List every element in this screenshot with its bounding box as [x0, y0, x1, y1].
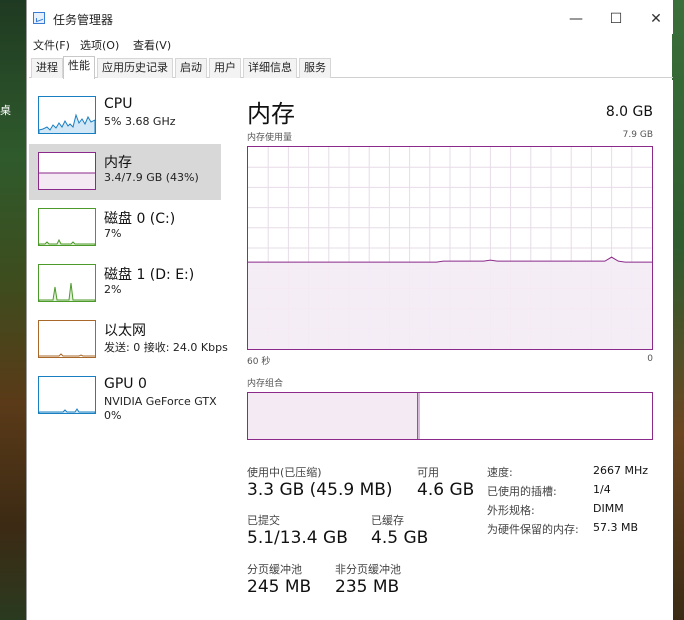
sidebar-item-label: GPU 0: [104, 376, 147, 392]
sidebar-item-detail-2: 0%: [104, 409, 122, 422]
paged-pool-value: 245 MB: [247, 577, 312, 597]
memory-usage-area: [248, 257, 652, 349]
disk-1-thumbnail-graph: [38, 264, 96, 302]
sidebar-item-detail: 发送: 0 接收: 24.0 Kbps: [104, 341, 228, 354]
cached-value: 4.5 GB: [371, 528, 429, 548]
tab-users[interactable]: 用户: [209, 58, 241, 78]
time-axis-start: 60 秒: [247, 357, 271, 367]
memory-thumbnail-graph: [38, 152, 96, 190]
memory-composition-label: 内存组合: [247, 379, 284, 389]
slots-value: 1/4: [593, 483, 611, 496]
sidebar-item-label: 磁盘 1 (D: E:): [104, 267, 195, 283]
menu-options[interactable]: 选项(O): [80, 37, 119, 53]
title-bar[interactable]: 任务管理器 — ☐ ✕: [27, 0, 673, 34]
tab-processes[interactable]: 进程: [31, 58, 63, 78]
sidebar-item-ethernet[interactable]: 以太网 发送: 0 接收: 24.0 Kbps: [29, 312, 228, 368]
disk-0-thumbnail-graph: [38, 208, 96, 246]
composition-modified: [418, 393, 420, 439]
desktop-icon-label[interactable]: 桌: [0, 104, 14, 118]
cpu-thumbnail-graph: [38, 96, 96, 134]
tab-app-history[interactable]: 应用历史记录: [97, 58, 173, 78]
ethernet-thumbnail-graph: [38, 320, 96, 358]
hardware-reserved-label: 为硬件保留的内存:: [487, 523, 579, 536]
sidebar-item-detail: NVIDIA GeForce GTX: [104, 395, 217, 408]
memory-details-panel: 内存 8.0 GB 内存使用量 7.9 GB 60 秒 0 内存组合 使用中(已…: [247, 80, 673, 620]
in-use-value: 3.3 GB (45.9 MB): [247, 480, 393, 500]
task-manager-icon: [33, 12, 45, 24]
sidebar-item-detail: 2%: [104, 283, 122, 296]
nonpaged-pool-label: 非分页缓冲池: [335, 563, 401, 576]
memory-composition-bar[interactable]: [247, 392, 653, 440]
speed-value: 2667 MHz: [593, 464, 649, 477]
sidebar-item-cpu[interactable]: CPU 5% 3.68 GHz: [29, 88, 221, 144]
speed-label: 速度:: [487, 466, 513, 479]
sidebar-item-label: 内存: [104, 155, 132, 171]
available-label: 可用: [417, 466, 439, 479]
menu-file[interactable]: 文件(F): [33, 37, 70, 53]
performance-sidebar: CPU 5% 3.68 GHz 内存 3.4/7.9 GB (43%) 磁盘 0…: [29, 80, 249, 620]
close-button[interactable]: ✕: [633, 6, 679, 32]
sidebar-item-memory[interactable]: 内存 3.4/7.9 GB (43%): [29, 144, 221, 200]
memory-usage-graph: [247, 146, 653, 350]
slots-label: 已使用的插槽:: [487, 485, 557, 498]
committed-value: 5.1/13.4 GB: [247, 528, 348, 548]
tab-startup[interactable]: 启动: [175, 58, 207, 78]
in-use-label: 使用中(已压缩): [247, 466, 322, 479]
nonpaged-pool-value: 235 MB: [335, 577, 400, 597]
gpu-thumbnail-graph: [38, 376, 96, 414]
window-title: 任务管理器: [53, 13, 114, 27]
sidebar-item-detail: 3.4/7.9 GB (43%): [104, 171, 199, 184]
hardware-reserved-value: 57.3 MB: [593, 521, 639, 534]
sidebar-item-gpu-0[interactable]: GPU 0 NVIDIA GeForce GTX 0%: [29, 368, 221, 424]
tab-services[interactable]: 服务: [299, 58, 331, 78]
page-title: 内存: [247, 100, 295, 128]
menu-view[interactable]: 查看(V): [133, 37, 171, 53]
sidebar-item-disk-0[interactable]: 磁盘 0 (C:) 7%: [29, 200, 221, 256]
desktop-background-right: [672, 0, 684, 620]
form-factor-value: DIMM: [593, 502, 624, 515]
composition-in-use: [248, 393, 418, 439]
sidebar-item-label: 以太网: [104, 323, 146, 339]
menu-bar: 文件(F) 选项(O) 查看(V): [27, 34, 673, 54]
sidebar-item-detail: 7%: [104, 227, 122, 240]
tab-bar: 进程 性能 应用历史记录 启动 用户 详细信息 服务: [29, 56, 673, 79]
sidebar-item-label: 磁盘 0 (C:): [104, 211, 176, 227]
tab-details[interactable]: 详细信息: [243, 58, 297, 78]
sidebar-item-disk-1[interactable]: 磁盘 1 (D: E:) 2%: [29, 256, 221, 312]
cached-label: 已缓存: [371, 514, 404, 527]
task-manager-window: 任务管理器 — ☐ ✕ 文件(F) 选项(O) 查看(V) 进程 性能 应用历史…: [26, 0, 673, 620]
committed-label: 已提交: [247, 514, 280, 527]
memory-usage-label: 内存使用量: [247, 133, 293, 143]
available-value: 4.6 GB: [417, 480, 475, 500]
sidebar-item-detail: 5% 3.68 GHz: [104, 115, 176, 128]
time-axis-end: 0: [647, 354, 653, 364]
paged-pool-label: 分页缓冲池: [247, 563, 302, 576]
sidebar-item-label: CPU: [104, 96, 133, 112]
desktop-background-left: [0, 0, 26, 620]
tab-performance[interactable]: 性能: [63, 56, 95, 79]
memory-usage-max: 7.9 GB: [622, 130, 653, 140]
memory-total: 8.0 GB: [605, 104, 653, 120]
form-factor-label: 外形规格:: [487, 504, 535, 517]
